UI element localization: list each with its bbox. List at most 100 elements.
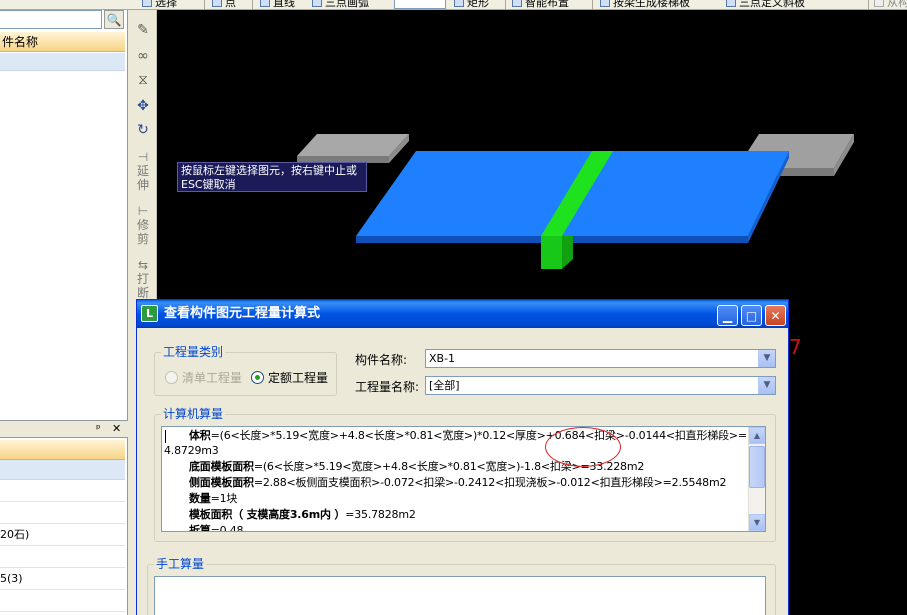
norm-quantity-radio[interactable]: 定额工程量 [251,369,328,386]
generate-icon [600,0,610,7]
close-icon[interactable]: ✕ [112,422,121,435]
toolbar-divider [592,0,593,9]
properties-selected-row[interactable] [0,460,125,480]
quantity-type-group-title: 工程量类别 [161,345,226,359]
bill-quantity-radio[interactable]: 清单工程量 [165,369,242,386]
trim-button[interactable]: ⊢ 修剪 [129,204,157,246]
search-button[interactable]: 🔍 [104,10,124,29]
copy-from-component-button[interactable]: 从构 [874,0,907,9]
line-icon [260,0,270,7]
quantity-type-group: 工程量类别 清单工程量 定额工程量 [154,345,337,396]
maximize-button[interactable]: □ [741,305,762,326]
minimize-icon: ▁ [722,308,733,323]
point-icon [212,0,222,7]
component-name-header-label: 件名称 [2,35,39,49]
quantity-name-select[interactable]: [全部] ▼ [425,376,776,395]
formula-line-count: 数量=1块 [189,492,237,505]
selected-component-row[interactable] [0,53,125,71]
link-icon[interactable]: ∞ [135,48,151,64]
mirror-icon[interactable]: ⧖ [135,72,151,88]
red-highlight-circle [545,427,621,467]
trim-label: 修剪 [136,218,149,246]
arc-option-combo[interactable] [394,0,446,9]
scroll-up-icon[interactable]: ▲ [749,427,765,444]
chevron-down-icon[interactable]: ▼ [758,377,775,394]
rectangle-tool-button[interactable]: 矩形 [454,0,489,9]
close-button[interactable]: ✕ [765,305,786,326]
select-tool-label: 选择 [155,0,177,9]
component-name-select[interactable]: XB-1 ▼ [425,349,776,368]
generate-stair-slab-button[interactable]: 按梁生成楼梯板 [600,0,690,9]
properties-panel-titlebar: ᵖ ✕ [0,420,128,438]
point-tool-button[interactable]: 点 [212,0,236,9]
formula-textbox[interactable]: 体积=(6<长度>*5.19<宽度>+4.8<长度>*0.81<宽度>)*0.1… [161,426,766,532]
scroll-down-icon[interactable]: ▼ [749,514,765,531]
formula-name-conversion: 折算 [189,524,211,532]
property-row[interactable]: 5(3) [0,568,125,590]
extend-icon: ⊣ [137,150,149,164]
formula-scrollbar[interactable]: ▲ ▼ [748,427,765,531]
beam-side-face [562,236,573,269]
toolbar-divider [204,0,205,9]
formula-result-volume: 4.8729m3 [164,444,219,457]
formula-name-side-formwork: 侧面模板面积 [189,476,254,489]
pin-icon[interactable]: ᵖ [96,422,101,435]
top-toolbar: 选择 点 直线 三点画弧 矩形 智能布置 按梁生成楼梯板 三点定义斜板 从构 [0,0,907,10]
formula-name-bottom-formwork: 底面模板面积 [189,460,254,473]
extend-button[interactable]: ⊣ 延伸 [129,150,157,192]
property-row[interactable] [0,546,125,568]
formula-expr-formwork-area: =35.7828m2 [345,508,416,521]
red-annotation-mark: 7 [789,335,802,359]
property-row[interactable]: 20石) [0,524,125,546]
manual-calc-textbox[interactable] [154,576,766,615]
computer-calc-title: 计算机算量 [161,407,226,421]
component-name-header[interactable]: 件名称 [0,32,125,52]
toolbar-divider [868,0,869,9]
minimize-button[interactable]: ▁ [717,305,738,326]
formula-expr-conversion: =0.48 [210,524,244,532]
line-tool-button[interactable]: 直线 [260,0,295,9]
define-slope-slab-label: 三点定义斜板 [739,0,805,9]
formula-expr-count: =1块 [210,492,238,505]
dialog-titlebar[interactable]: L 查看构件图元工程量计算式 ▁ □ ✕ [137,300,788,328]
slope-icon [726,0,736,7]
brush-icon[interactable]: ✎ [135,22,151,38]
text-caret [165,430,166,443]
rectangle-tool-label: 矩形 [467,0,489,9]
break-button[interactable]: ⇆ 打断 [129,258,157,300]
scroll-thumb[interactable] [749,446,765,488]
formula-expr-volume: =(6<长度>*5.19<宽度>+4.8<长度>*0.81<宽度>)*0.12<… [210,429,748,442]
point-tool-label: 点 [225,0,236,9]
command-tooltip: 按鼠标左键选择图元，按右键中止或ESC键取消 [177,162,367,192]
property-row[interactable] [0,590,125,612]
formula-line-formwork-area: 模板面积（ 支模高度3.6m内 ）=35.7828m2 [189,508,416,521]
formula-line-volume-cont: 4.8729m3 [164,444,219,457]
break-label: 打断 [136,272,149,300]
toolbar-divider [252,0,253,9]
arc-tool-button[interactable]: 三点画弧 [312,0,369,9]
rotate-icon[interactable]: ↻ [135,122,151,138]
chevron-down-icon[interactable]: ▼ [758,350,775,367]
generate-stair-slab-label: 按梁生成楼梯板 [613,0,690,9]
dialog-title: 查看构件图元工程量计算式 [164,306,321,321]
search-icon: 🔍 [106,12,122,27]
smart-layout-button[interactable]: 智能布置 [512,0,569,9]
select-tool-button[interactable]: 选择 [142,0,177,9]
formula-line-volume: 体积=(6<长度>*5.19<宽度>+4.8<长度>*0.81<宽度>)*0.1… [189,429,747,442]
line-tool-label: 直线 [273,0,295,9]
radio-checked-icon [251,371,264,384]
component-list-panel: 🔍 件名称 ᵖ ✕ 20石) 5(3) [0,10,128,615]
maximize-icon: □ [745,308,758,323]
move-icon[interactable]: ✥ [135,98,151,114]
pointer-icon [142,0,152,7]
property-row-text: 5(3) [0,572,23,585]
property-row[interactable] [0,480,125,502]
rectangle-icon [454,0,464,7]
extend-label: 延伸 [136,164,149,192]
properties-header [0,440,125,460]
search-input[interactable] [0,10,102,29]
property-row[interactable] [0,502,125,524]
formula-line-side-formwork: 侧面模板面积=2.88<板侧面支模面积>-0.072<扣梁>-0.2412<扣现… [189,476,726,489]
define-slope-slab-button[interactable]: 三点定义斜板 [726,0,805,9]
toolbar-divider [505,0,506,9]
